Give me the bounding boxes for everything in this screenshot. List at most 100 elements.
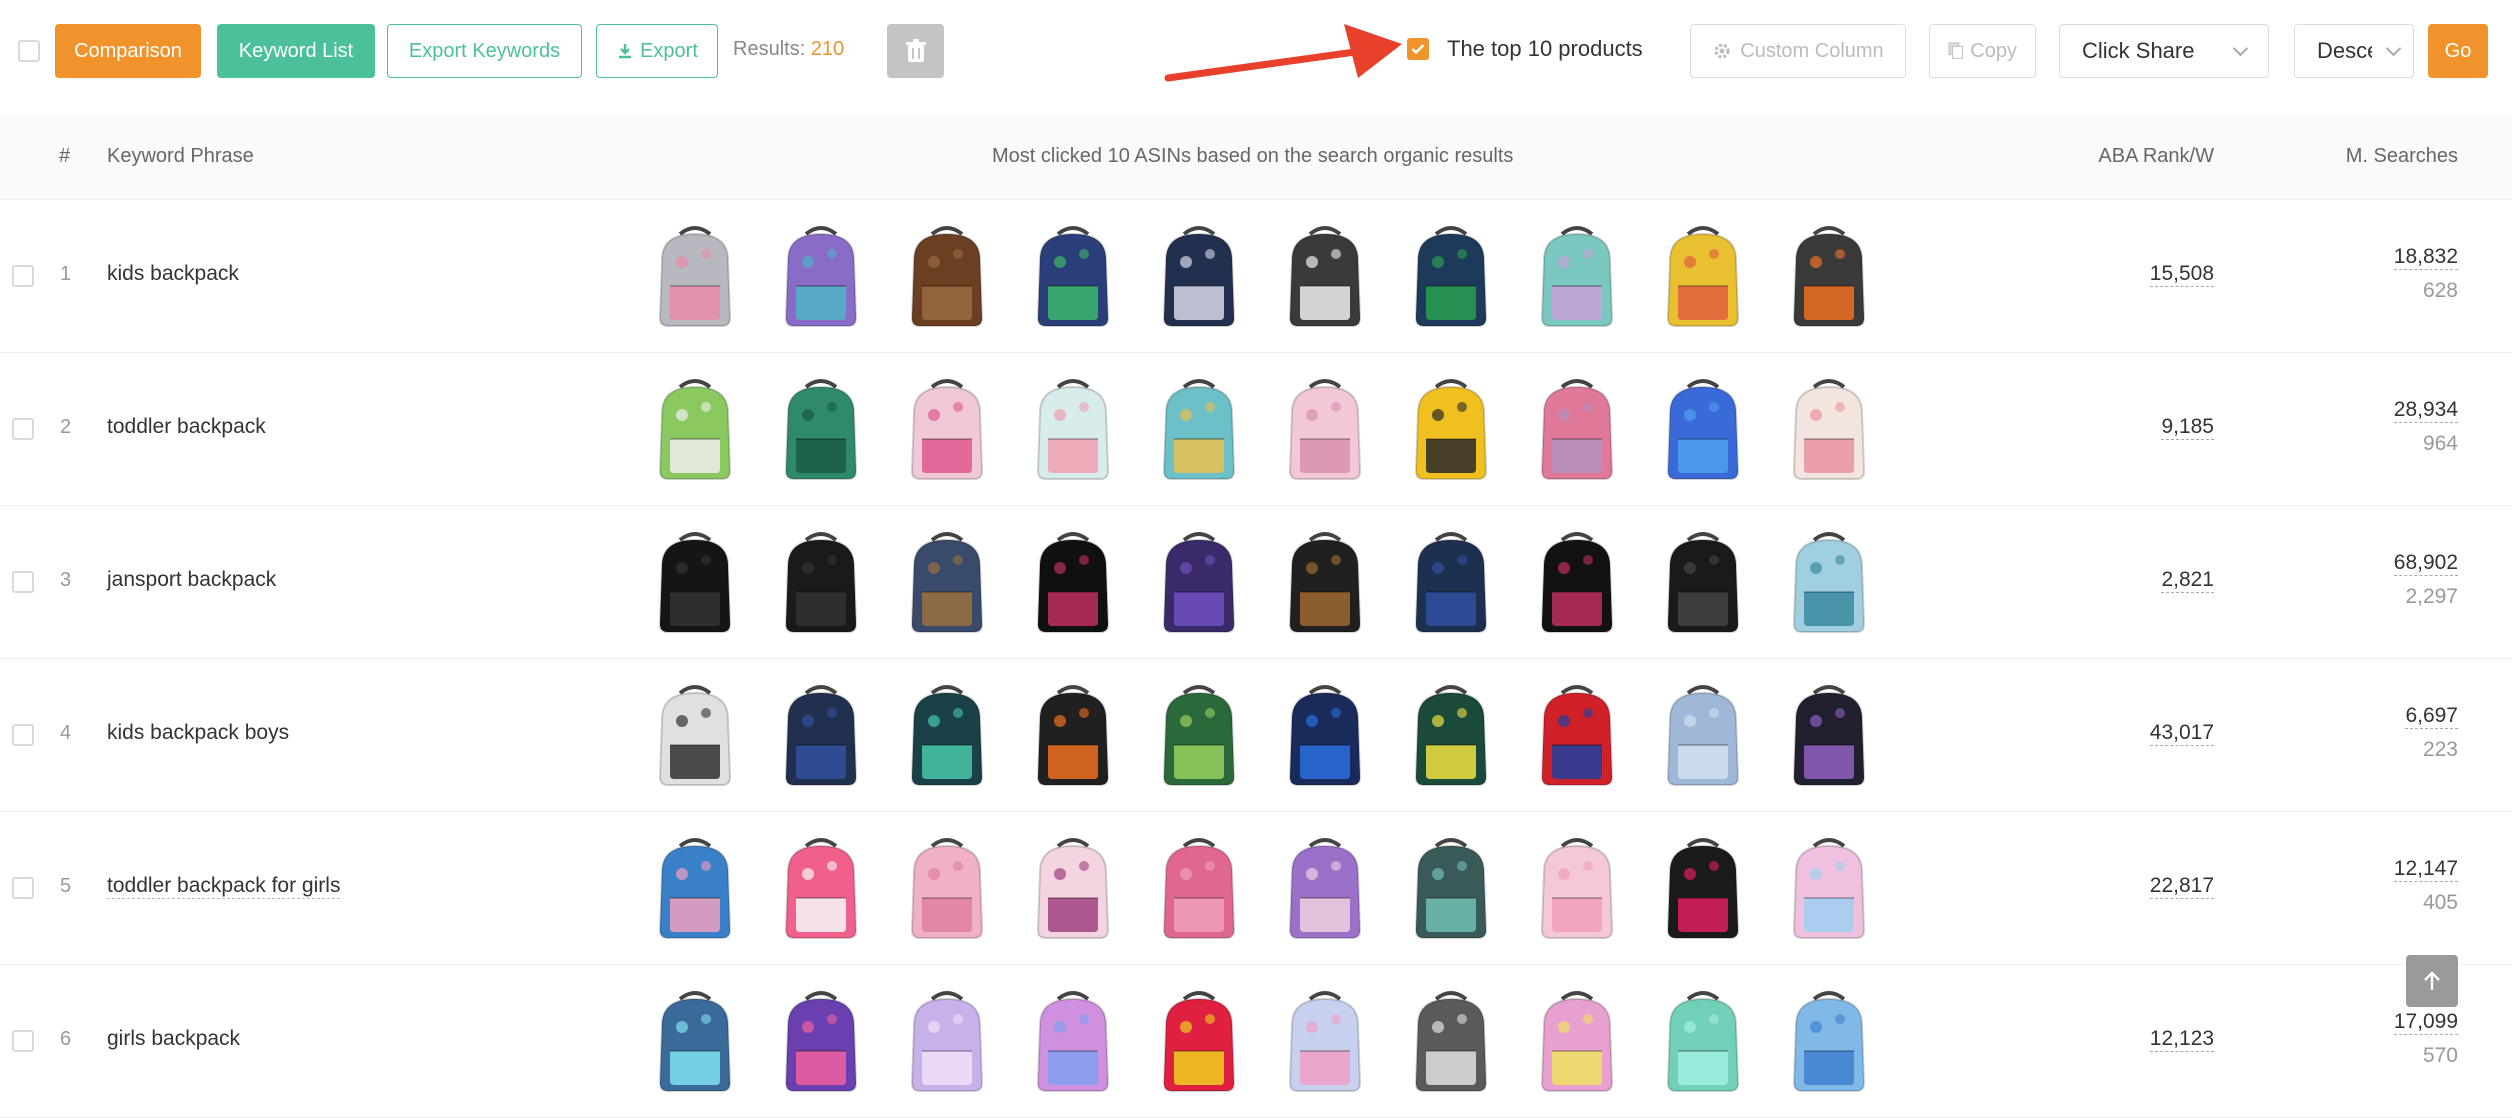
- product-thumbnail[interactable]: [766, 832, 876, 944]
- custom-column-button[interactable]: Custom Column: [1690, 24, 1906, 78]
- product-thumbnail[interactable]: [1522, 985, 1632, 1097]
- product-thumbnail[interactable]: [1144, 526, 1254, 638]
- row-checkbox[interactable]: [12, 571, 34, 593]
- product-thumbnail[interactable]: [892, 526, 1002, 638]
- product-thumbnail[interactable]: [766, 679, 876, 791]
- product-thumbnail[interactable]: [1018, 832, 1128, 944]
- product-thumbnail[interactable]: [1018, 679, 1128, 791]
- product-thumbnail[interactable]: [1522, 526, 1632, 638]
- product-thumbnail[interactable]: [1522, 220, 1632, 332]
- product-thumbnail[interactable]: [1522, 832, 1632, 944]
- product-thumbnail[interactable]: [766, 220, 876, 332]
- product-thumbnail[interactable]: [1648, 526, 1758, 638]
- keyword-phrase[interactable]: toddler backpack: [107, 415, 266, 440]
- aba-rank-value[interactable]: 9,185: [2161, 415, 2214, 440]
- product-thumbnail[interactable]: [1396, 526, 1506, 638]
- product-thumbnail[interactable]: [1144, 220, 1254, 332]
- aba-rank-value[interactable]: 2,821: [2161, 568, 2214, 593]
- copy-button[interactable]: Copy: [1929, 24, 2036, 78]
- row-checkbox[interactable]: [12, 265, 34, 287]
- row-checkbox[interactable]: [12, 877, 34, 899]
- top10-products-toggle[interactable]: The top 10 products: [1407, 36, 1643, 62]
- select-all-checkbox[interactable]: [18, 40, 40, 62]
- aba-rank-value[interactable]: 43,017: [2149, 721, 2214, 746]
- row-checkbox[interactable]: [12, 1030, 34, 1052]
- keyword-phrase[interactable]: toddler backpack for girls: [107, 874, 341, 899]
- product-thumbnail[interactable]: [1270, 679, 1380, 791]
- keyword-phrase[interactable]: girls backpack: [107, 1027, 240, 1052]
- product-thumbnail[interactable]: [1396, 220, 1506, 332]
- product-thumbnail[interactable]: [1270, 220, 1380, 332]
- row-checkbox[interactable]: [12, 418, 34, 440]
- monthly-searches-value[interactable]: 28,934: [2393, 398, 2458, 423]
- product-thumbnail[interactable]: [1396, 679, 1506, 791]
- product-thumbnail[interactable]: [892, 679, 1002, 791]
- product-thumbnail[interactable]: [1522, 679, 1632, 791]
- sort-by-select[interactable]: Click Share: [2059, 24, 2269, 78]
- product-thumbnail[interactable]: [1270, 985, 1380, 1097]
- product-thumbnail[interactable]: [1144, 679, 1254, 791]
- product-thumbnail[interactable]: [766, 373, 876, 485]
- monthly-searches-value[interactable]: 17,099: [2393, 1010, 2458, 1035]
- product-thumbnail[interactable]: [640, 526, 750, 638]
- monthly-searches-value[interactable]: 68,902: [2393, 551, 2458, 576]
- product-thumbnail[interactable]: [1018, 985, 1128, 1097]
- order-select[interactable]: Desce: [2294, 24, 2414, 78]
- go-button[interactable]: Go: [2428, 24, 2488, 78]
- product-thumbnail[interactable]: [892, 832, 1002, 944]
- product-thumbnail[interactable]: [892, 985, 1002, 1097]
- aba-rank-value[interactable]: 12,123: [2149, 1027, 2214, 1052]
- aba-rank-value[interactable]: 15,508: [2149, 262, 2214, 287]
- product-thumbnail[interactable]: [1018, 220, 1128, 332]
- product-thumbnail[interactable]: [1144, 373, 1254, 485]
- product-thumbnail[interactable]: [1396, 832, 1506, 944]
- product-thumbnail[interactable]: [1648, 832, 1758, 944]
- keyword-phrase[interactable]: kids backpack boys: [107, 721, 289, 746]
- export-keywords-button[interactable]: Export Keywords: [387, 24, 582, 78]
- product-thumbnail[interactable]: [892, 220, 1002, 332]
- product-thumbnail[interactable]: [1270, 832, 1380, 944]
- product-thumbnail[interactable]: [640, 985, 750, 1097]
- product-thumbnail[interactable]: [1396, 373, 1506, 485]
- product-thumbnail[interactable]: [640, 679, 750, 791]
- product-thumbnail[interactable]: [1396, 985, 1506, 1097]
- product-thumbnail[interactable]: [1270, 526, 1380, 638]
- product-thumbnail[interactable]: [1648, 220, 1758, 332]
- product-thumbnail[interactable]: [892, 373, 1002, 485]
- product-thumbnail[interactable]: [640, 832, 750, 944]
- scroll-to-top-button[interactable]: [2406, 955, 2458, 1007]
- keyword-list-button[interactable]: Keyword List: [217, 24, 375, 78]
- export-button[interactable]: Export: [596, 24, 718, 78]
- comparison-button[interactable]: Comparison: [55, 24, 201, 78]
- keyword-phrase[interactable]: kids backpack: [107, 262, 239, 287]
- product-thumbnail[interactable]: [1774, 679, 1884, 791]
- product-thumbnail[interactable]: [1774, 220, 1884, 332]
- header-aba-rank[interactable]: ABA Rank/W: [2098, 145, 2214, 168]
- product-thumbnail[interactable]: [1774, 985, 1884, 1097]
- product-thumbnail[interactable]: [1270, 373, 1380, 485]
- delete-button[interactable]: [887, 24, 944, 78]
- product-thumbnail[interactable]: [1774, 832, 1884, 944]
- top10-checkbox[interactable]: [1407, 38, 1429, 60]
- monthly-searches-value[interactable]: 12,147: [2393, 857, 2458, 882]
- product-thumbnail[interactable]: [766, 526, 876, 638]
- product-thumbnail[interactable]: [1648, 373, 1758, 485]
- product-thumbnail[interactable]: [1774, 526, 1884, 638]
- monthly-searches-value[interactable]: 18,832: [2393, 245, 2458, 270]
- product-thumbnail[interactable]: [1144, 832, 1254, 944]
- product-thumbnail[interactable]: [640, 220, 750, 332]
- product-thumbnail[interactable]: [1018, 373, 1128, 485]
- row-checkbox[interactable]: [12, 724, 34, 746]
- product-thumbnail[interactable]: [1648, 985, 1758, 1097]
- keyword-phrase[interactable]: jansport backpack: [107, 568, 276, 593]
- product-thumbnail[interactable]: [1522, 373, 1632, 485]
- product-thumbnail[interactable]: [1144, 985, 1254, 1097]
- product-thumbnail[interactable]: [1648, 679, 1758, 791]
- header-searches[interactable]: M. Searches: [2346, 145, 2458, 168]
- product-thumbnail[interactable]: [1018, 526, 1128, 638]
- header-keyword[interactable]: Keyword Phrase: [107, 145, 254, 168]
- product-thumbnail[interactable]: [1774, 373, 1884, 485]
- monthly-searches-value[interactable]: 6,697: [2405, 704, 2458, 729]
- product-thumbnail[interactable]: [766, 985, 876, 1097]
- aba-rank-value[interactable]: 22,817: [2149, 874, 2214, 899]
